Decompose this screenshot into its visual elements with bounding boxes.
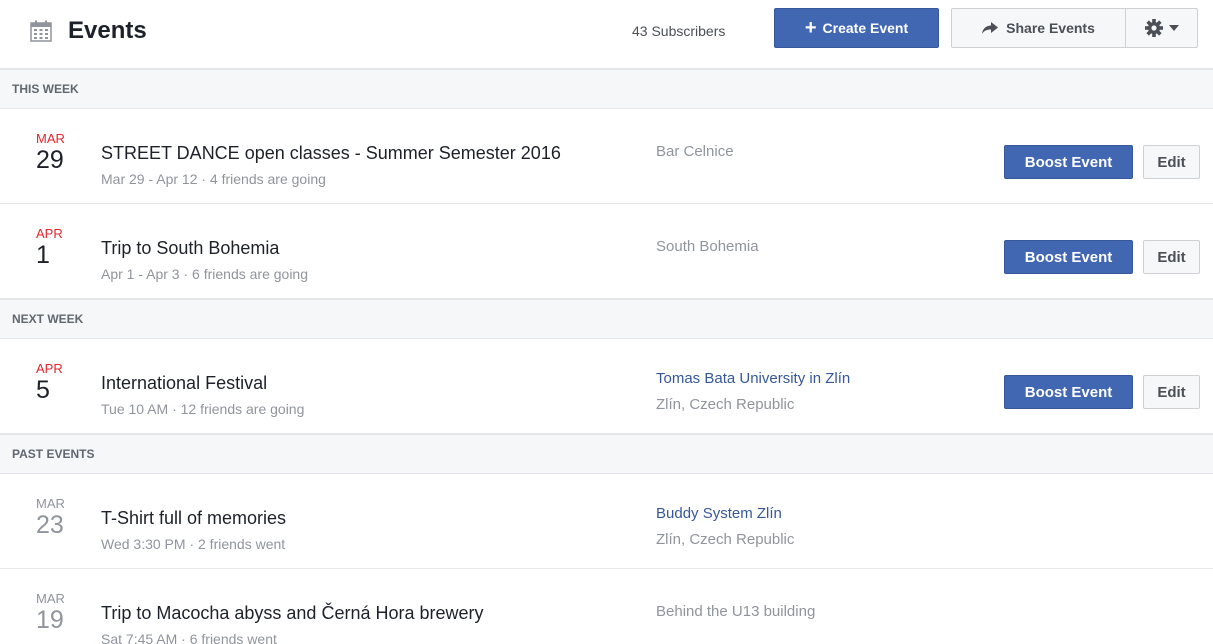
boost-event-button[interactable]: Boost Event <box>1004 240 1133 274</box>
event-meta: Mar 29 - Apr 12 · 4 friends are going <box>101 171 326 187</box>
section-this-week: THIS WEEK <box>0 69 1213 109</box>
event-location: Behind the U13 building <box>656 603 816 620</box>
event-meta: Apr 1 - Apr 3 · 6 friends are going <box>101 266 308 282</box>
event-location-link[interactable]: Buddy System Zlín <box>656 504 782 524</box>
edit-event-button[interactable]: Edit <box>1143 240 1200 274</box>
event-location-link[interactable]: Tomas Bata University in Zlín <box>656 369 850 389</box>
event-date-month: MAR <box>36 131 65 146</box>
event-row[interactable]: MAR 19 Trip to Macocha abyss and Černá H… <box>0 569 1213 644</box>
event-date-month: APR <box>36 361 63 376</box>
create-event-label: Create Event <box>822 20 909 36</box>
share-events-label: Share Events <box>1006 20 1095 36</box>
boost-event-button[interactable]: Boost Event <box>1004 375 1133 409</box>
page-title: Events <box>68 17 147 44</box>
event-date-day: 29 <box>36 146 64 174</box>
event-location-city: Zlín, Czech Republic <box>656 396 795 413</box>
event-date-day: 23 <box>36 511 64 539</box>
plus-icon: + <box>804 17 817 39</box>
event-title[interactable]: T-Shirt full of memories <box>101 507 286 529</box>
event-date-day: 19 <box>36 606 64 634</box>
edit-event-button[interactable]: Edit <box>1143 375 1200 409</box>
event-row[interactable]: APR 5 International Festival Tue 10 AM ·… <box>0 339 1213 434</box>
event-title[interactable]: International Festival <box>101 372 267 394</box>
gear-icon <box>1144 19 1163 37</box>
event-title[interactable]: Trip to South Bohemia <box>101 237 279 259</box>
event-date-day: 5 <box>36 376 50 404</box>
event-row[interactable]: APR 1 Trip to South Bohemia Apr 1 - Apr … <box>0 204 1213 299</box>
boost-event-button[interactable]: Boost Event <box>1004 145 1133 179</box>
event-title[interactable]: Trip to Macocha abyss and Černá Hora bre… <box>101 602 484 624</box>
calendar-icon <box>30 20 52 42</box>
share-events-button[interactable]: Share Events <box>951 8 1126 48</box>
event-meta: Sat 7:45 AM · 6 friends went <box>101 631 277 644</box>
event-date-month: MAR <box>36 591 65 606</box>
section-past-events: PAST EVENTS <box>0 434 1213 474</box>
event-row[interactable]: MAR 29 STREET DANCE open classes - Summe… <box>0 109 1213 204</box>
create-event-button[interactable]: + Create Event <box>774 8 939 48</box>
event-date-month: APR <box>36 226 63 241</box>
chevron-down-icon <box>1168 25 1179 31</box>
section-next-week: NEXT WEEK <box>0 299 1213 339</box>
event-row[interactable]: MAR 23 T-Shirt full of memories Wed 3:30… <box>0 474 1213 569</box>
events-header: Events 43 Subscribers + Create Event Sha… <box>0 0 1213 69</box>
event-location-city: Zlín, Czech Republic <box>656 531 795 548</box>
event-title[interactable]: STREET DANCE open classes - Summer Semes… <box>101 142 561 164</box>
subscribers-count[interactable]: 43 Subscribers <box>632 21 725 41</box>
edit-event-button[interactable]: Edit <box>1143 145 1200 179</box>
event-meta: Tue 10 AM · 12 friends are going <box>101 401 305 417</box>
event-location: South Bohemia <box>656 238 759 255</box>
settings-dropdown-button[interactable] <box>1125 8 1198 48</box>
event-location: Bar Celnice <box>656 143 734 160</box>
event-date-day: 1 <box>36 241 50 269</box>
event-date-month: MAR <box>36 496 65 511</box>
event-meta: Wed 3:30 PM · 2 friends went <box>101 536 286 552</box>
share-arrow-icon <box>982 22 999 34</box>
